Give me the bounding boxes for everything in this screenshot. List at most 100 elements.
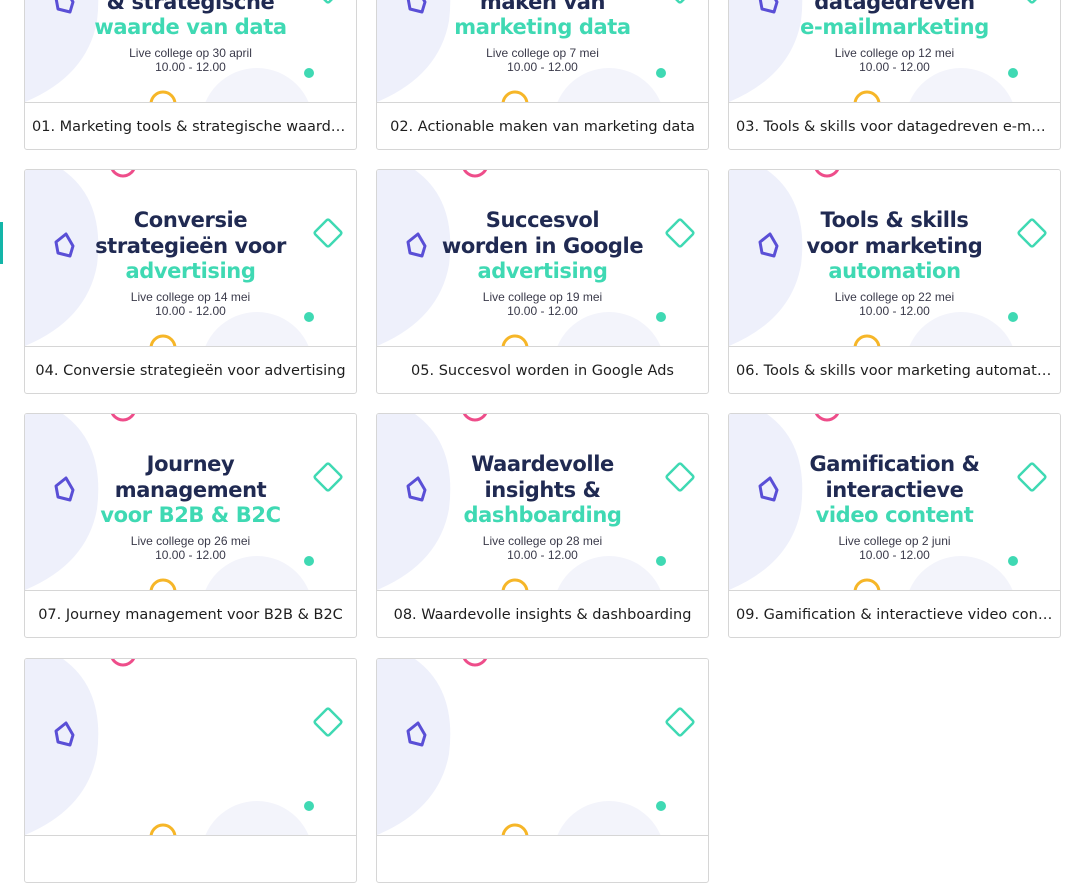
pink-arc — [814, 170, 840, 178]
course-caption[interactable]: 09. Gamification & interactieve video co… — [729, 590, 1060, 637]
course-thumbnail[interactable]: Tools & skills voor marketing automation Li… — [729, 170, 1060, 346]
course-heading-line: worden in Google — [441, 233, 644, 258]
teal-dot — [656, 801, 666, 811]
course-card[interactable]: Conversie strategieën voor advertising Live… — [24, 169, 357, 394]
course-caption[interactable] — [25, 835, 356, 882]
course-title: 08. Waardevolle insights & dashboarding — [393, 606, 692, 623]
course-thumbnail[interactable] — [377, 659, 708, 835]
course-thumbnail[interactable]: Conversie strategieën voor advertising Live… — [25, 170, 356, 346]
yellow-arc — [501, 90, 529, 102]
course-heading: & strategische waarde van data — [25, 0, 356, 41]
course-thumbnail[interactable]: Journey management voor B2B & B2C Live coll… — [25, 414, 356, 590]
course-card[interactable]: Succesvol worden in Google advertising Live… — [376, 169, 709, 394]
course-card[interactable]: & strategische waarde van data Live colleg… — [24, 0, 357, 150]
course-heading: maken van marketing data — [377, 0, 708, 41]
course-card[interactable]: Gamification & interactieve video content L… — [728, 413, 1061, 638]
live-college-time: 10.00 - 12.00 — [155, 304, 226, 318]
live-college-time: 10.00 - 12.00 — [155, 60, 226, 74]
course-heading: Conversie strategieën voor advertising — [25, 208, 356, 285]
thumbnail-decoration — [377, 659, 695, 835]
background-blob — [25, 659, 99, 835]
yellow-arc — [501, 334, 529, 346]
course-thumbnail[interactable]: & strategische waarde van data Live colleg… — [25, 0, 356, 102]
course-heading-line: Tools & skills — [820, 208, 969, 232]
course-thumbnail[interactable]: datagedreven e-mailmarketing Live college … — [729, 0, 1060, 102]
course-title: 09. Gamification & interactieve video co… — [736, 606, 1053, 623]
course-heading-line: Succesvol — [485, 208, 600, 232]
course-heading: Succesvol worden in Google advertising — [377, 208, 708, 285]
background-circle — [205, 801, 309, 835]
yellow-arc — [853, 578, 881, 590]
live-college-time: 10.00 - 12.00 — [507, 548, 578, 562]
course-heading-accent: video content — [815, 503, 974, 527]
course-thumbnail[interactable] — [25, 659, 356, 835]
live-college-time: 10.00 - 12.00 — [155, 548, 226, 562]
live-college-time: 10.00 - 12.00 — [859, 304, 930, 318]
course-card[interactable]: Journey management voor B2B & B2C Live coll… — [24, 413, 357, 638]
course-heading-accent: waarde van data — [94, 15, 287, 39]
course-thumbnail[interactable]: Succesvol worden in Google advertising Live… — [377, 170, 708, 346]
yellow-arc — [853, 90, 881, 102]
course-title: 04. Conversie strategieën voor advertisi… — [35, 362, 346, 379]
course-heading: datagedreven e-mailmarketing — [729, 0, 1060, 41]
course-heading: Tools & skills voor marketing automation — [729, 208, 1060, 285]
course-heading-accent: voor B2B & B2C — [100, 503, 281, 527]
course-heading: Waardevolle insights & dashboarding — [377, 452, 708, 529]
course-heading-line: Journey — [146, 452, 235, 476]
course-caption[interactable]: 08. Waardevolle insights & dashboarding — [377, 590, 708, 637]
course-heading-accent: e-mailmarketing — [800, 15, 989, 39]
course-heading-line: Gamification & — [809, 452, 980, 476]
background-blob — [377, 659, 451, 835]
course-card[interactable] — [24, 658, 357, 883]
teal-diamond-icon — [665, 707, 695, 737]
course-title: 05. Succesvol worden in Google Ads — [411, 362, 674, 379]
course-caption[interactable]: 07. Journey management voor B2B & B2C — [25, 590, 356, 637]
course-thumbnail[interactable]: Waardevolle insights & dashboarding Live co… — [377, 414, 708, 590]
course-grid: & strategische waarde van data Live colleg… — [0, 0, 1080, 883]
course-heading-accent: advertising — [477, 259, 608, 283]
course-title: 01. Marketing tools & strategische waard… — [32, 118, 349, 135]
course-card[interactable] — [376, 658, 709, 883]
pink-arc — [462, 659, 488, 667]
course-heading-line: maken van — [479, 0, 606, 14]
live-college-time: 10.00 - 12.00 — [859, 60, 930, 74]
course-card[interactable]: Tools & skills voor marketing automation Li… — [728, 169, 1061, 394]
yellow-arc — [501, 578, 529, 590]
course-heading: Gamification & interactieve video content — [729, 452, 1060, 529]
course-title: 03. Tools & skills voor datagedreven e-m… — [736, 118, 1053, 135]
course-heading-line: voor marketing — [806, 233, 983, 258]
live-college-date: Live college op 2 juni — [838, 534, 951, 548]
teal-diamond-icon — [313, 707, 343, 737]
course-card[interactable]: maken van marketing data Live college op 7… — [376, 0, 709, 150]
course-caption[interactable]: 03. Tools & skills voor datagedreven e-m… — [729, 102, 1060, 149]
live-college-date: Live college op 26 mei — [130, 534, 251, 548]
course-caption[interactable] — [377, 835, 708, 882]
course-heading-accent: automation — [828, 259, 961, 283]
pink-arc — [814, 414, 840, 422]
course-thumbnail[interactable]: maken van marketing data Live college op 7… — [377, 0, 708, 102]
yellow-arc — [149, 90, 177, 102]
course-heading: Journey management voor B2B & B2C — [25, 452, 356, 529]
course-heading-line: Waardevolle — [471, 452, 614, 476]
course-heading-line: Conversie — [133, 208, 248, 232]
course-caption[interactable]: 05. Succesvol worden in Google Ads — [377, 346, 708, 393]
course-heading-line: & strategische — [106, 0, 275, 14]
live-college-time: 10.00 - 12.00 — [507, 304, 578, 318]
course-card[interactable]: datagedreven e-mailmarketing Live college … — [728, 0, 1061, 150]
course-thumbnail[interactable]: Gamification & interactieve video content L… — [729, 414, 1060, 590]
live-college-date: Live college op 14 mei — [130, 290, 251, 304]
course-heading-line: insights & — [484, 477, 601, 502]
live-college-time: 10.00 - 12.00 — [507, 60, 578, 74]
course-title: 02. Actionable maken van marketing data — [390, 118, 695, 135]
course-caption[interactable]: 02. Actionable maken van marketing data — [377, 102, 708, 149]
course-card[interactable]: Waardevolle insights & dashboarding Live co… — [376, 413, 709, 638]
course-caption[interactable]: 01. Marketing tools & strategische waard… — [25, 102, 356, 149]
course-title: 07. Journey management voor B2B & B2C — [38, 606, 343, 623]
course-heading-line: interactieve — [825, 477, 964, 502]
teal-dot — [304, 801, 314, 811]
course-heading-accent: dashboarding — [463, 503, 622, 527]
pink-arc — [462, 170, 488, 178]
live-college-date: Live college op 7 mei — [486, 46, 599, 60]
course-caption[interactable]: 04. Conversie strategieën voor advertisi… — [25, 346, 356, 393]
course-caption[interactable]: 06. Tools & skills voor marketing automa… — [729, 346, 1060, 393]
